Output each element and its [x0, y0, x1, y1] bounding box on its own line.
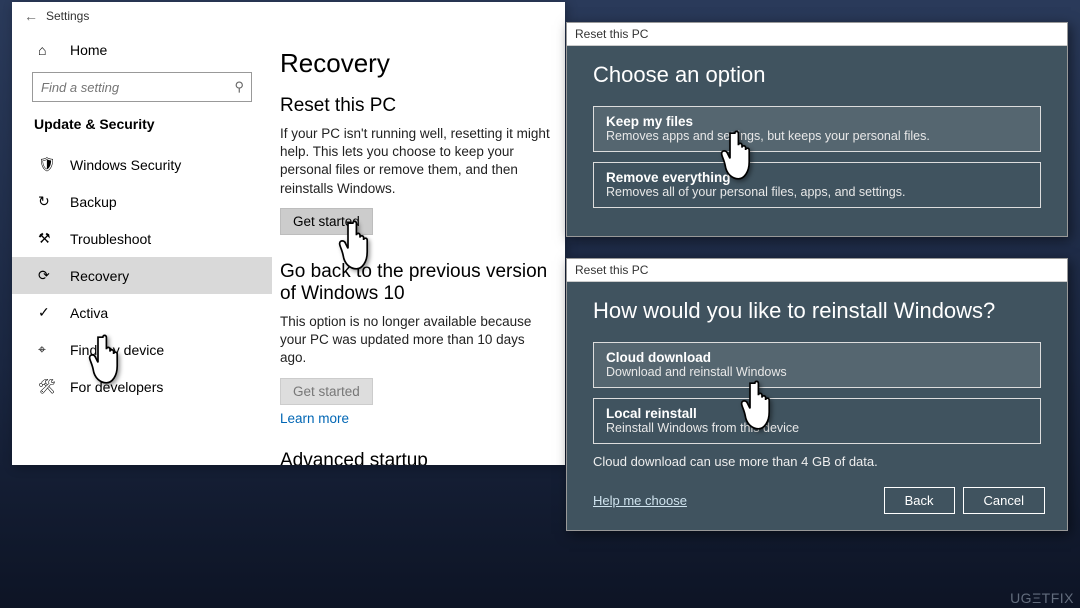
- cancel-button[interactable]: Cancel: [963, 487, 1045, 514]
- learn-more-link[interactable]: Learn more: [280, 411, 349, 426]
- sidebar-item-label: Activa: [70, 305, 108, 321]
- option-title: Cloud download: [606, 350, 1028, 365]
- back-icon[interactable]: ←: [22, 8, 40, 24]
- home-label: Home: [70, 42, 107, 58]
- backup-icon: ↻: [38, 193, 56, 210]
- option-local-reinstall[interactable]: Local reinstall Reinstall Windows from t…: [593, 398, 1041, 444]
- category-heading: Update & Security: [12, 112, 272, 146]
- sidebar-item-label: Backup: [70, 194, 117, 210]
- sidebar-item-troubleshoot[interactable]: ⚒ Troubleshoot: [12, 220, 272, 257]
- search-wrap: ⚲: [32, 72, 252, 102]
- sidebar-item-find-my-device[interactable]: ⌖ Find my device: [12, 331, 272, 368]
- dialog-heading: How would you like to reinstall Windows?: [593, 298, 1041, 324]
- sidebar-item-label: Troubleshoot: [70, 231, 151, 247]
- window-title: Settings: [46, 9, 89, 23]
- sidebar-item-label: Windows Security: [70, 157, 181, 173]
- sidebar-item-for-developers[interactable]: 🛠︎ For developers: [12, 368, 272, 405]
- reset-body: If your PC isn't running well, resetting…: [280, 125, 551, 198]
- option-title: Keep my files: [606, 114, 1028, 129]
- option-remove-everything[interactable]: Remove everything Removes all of your pe…: [593, 162, 1041, 208]
- option-cloud-download[interactable]: Cloud download Download and reinstall Wi…: [593, 342, 1041, 388]
- option-title: Local reinstall: [606, 406, 1028, 421]
- sidebar-item-activation[interactable]: ✓ Activa: [12, 294, 272, 331]
- back-button[interactable]: Back: [884, 487, 955, 514]
- reset-dialog-reinstall-method: Reset this PC How would you like to rein…: [566, 258, 1068, 531]
- dialog-titlebar: Reset this PC: [567, 259, 1067, 282]
- recovery-icon: ⟳: [38, 267, 56, 284]
- location-icon: ⌖: [38, 341, 56, 358]
- home-icon: ⌂: [38, 42, 56, 58]
- page-title: Recovery: [280, 48, 551, 79]
- option-desc: Removes apps and settings, but keeps you…: [606, 129, 1028, 143]
- advanced-heading: Advanced startup: [280, 450, 551, 465]
- help-me-choose-link[interactable]: Help me choose: [593, 493, 687, 508]
- option-keep-my-files[interactable]: Keep my files Removes apps and settings,…: [593, 106, 1041, 152]
- settings-titlebar: ← Settings: [12, 2, 565, 30]
- shield-icon: 🛡︎: [38, 156, 56, 173]
- check-icon: ✓: [38, 304, 56, 321]
- search-icon: ⚲: [234, 79, 244, 95]
- main-content: Recovery Reset this PC If your PC isn't …: [272, 30, 565, 465]
- option-desc: Reinstall Windows from this device: [606, 421, 1028, 435]
- dev-icon: 🛠︎: [38, 378, 56, 395]
- sidebar-item-label: For developers: [70, 379, 163, 395]
- sidebar: ⌂ Home ⚲ Update & Security 🛡︎ Windows Se…: [12, 30, 272, 465]
- sidebar-item-label: Find my device: [70, 342, 164, 358]
- option-title: Remove everything: [606, 170, 1028, 185]
- cloud-note: Cloud download can use more than 4 GB of…: [593, 454, 1041, 469]
- nav-home[interactable]: ⌂ Home: [12, 34, 272, 66]
- sidebar-item-windows-security[interactable]: 🛡︎ Windows Security: [12, 146, 272, 183]
- goback-body: This option is no longer available becau…: [280, 313, 551, 368]
- option-desc: Removes all of your personal files, apps…: [606, 185, 1028, 199]
- reset-heading: Reset this PC: [280, 95, 551, 117]
- sidebar-item-recovery[interactable]: ⟳ Recovery: [12, 257, 272, 294]
- wrench-icon: ⚒: [38, 230, 56, 247]
- option-desc: Download and reinstall Windows: [606, 365, 1028, 379]
- reset-dialog-choose-option: Reset this PC Choose an option Keep my f…: [566, 22, 1068, 237]
- settings-window: ← Settings ⌂ Home ⚲ Update & Security 🛡︎…: [12, 2, 565, 465]
- dialog-heading: Choose an option: [593, 62, 1041, 88]
- dialog-titlebar: Reset this PC: [567, 23, 1067, 46]
- sidebar-item-label: Recovery: [70, 268, 129, 284]
- watermark: UGΞTFIX: [1010, 590, 1074, 606]
- get-started-button[interactable]: Get started: [280, 208, 373, 235]
- sidebar-item-backup[interactable]: ↻ Backup: [12, 183, 272, 220]
- goback-heading: Go back to the previous version of Windo…: [280, 261, 551, 305]
- goback-button: Get started: [280, 378, 373, 405]
- search-input[interactable]: [32, 72, 252, 102]
